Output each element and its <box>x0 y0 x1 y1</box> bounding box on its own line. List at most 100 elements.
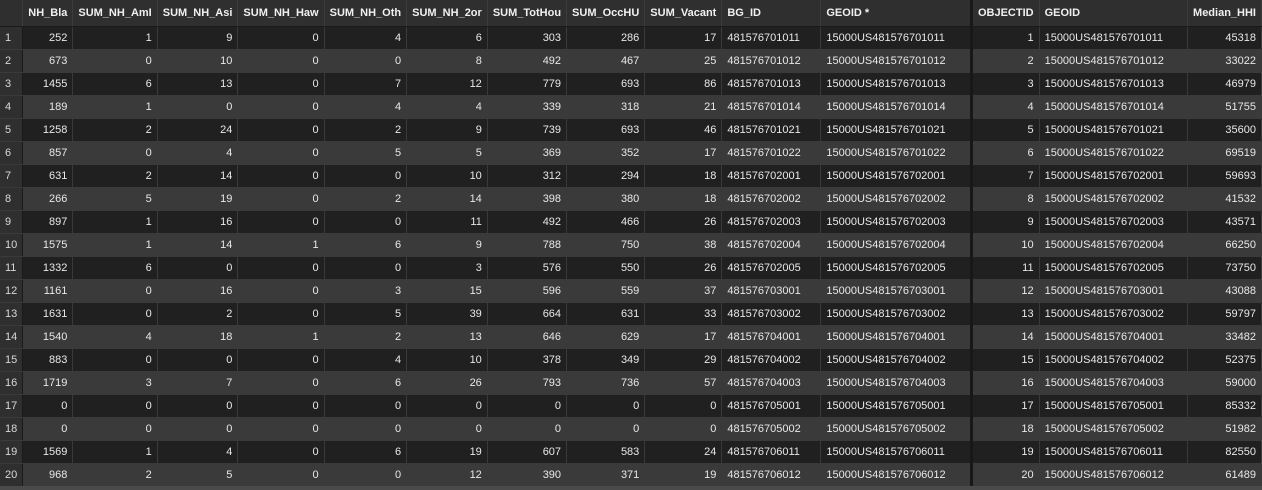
table-cell[interactable]: 12 <box>969 279 1040 303</box>
table-cell[interactable]: 857 <box>22 141 74 165</box>
table-cell[interactable]: 2 <box>324 118 408 142</box>
column-header-sum-vacant[interactable]: SUM_Vacant <box>644 0 723 27</box>
table-cell[interactable]: 17 <box>644 141 723 165</box>
table-cell[interactable]: 0 <box>237 210 325 234</box>
table-cell[interactable]: 0 <box>324 394 408 418</box>
table-cell[interactable]: 7 <box>324 72 408 96</box>
table-cell[interactable]: 1 <box>72 440 158 464</box>
table-cell[interactable]: 390 <box>487 463 568 487</box>
table-cell[interactable]: 15000US481576703001 <box>1039 279 1189 303</box>
table-cell[interactable]: 0 <box>487 417 568 441</box>
table-cell[interactable]: 492 <box>487 210 568 234</box>
table-cell[interactable]: 467 <box>566 49 646 73</box>
table-cell[interactable]: 69519 <box>1187 141 1262 165</box>
table-cell[interactable]: 15000US481576701021 <box>820 118 972 142</box>
table-cell[interactable]: 0 <box>72 417 158 441</box>
row-number[interactable]: 5 <box>0 118 24 142</box>
table-cell[interactable]: 51755 <box>1187 95 1262 119</box>
column-header-sum-nh-asi[interactable]: SUM_NH_Asi <box>157 0 239 27</box>
table-row[interactable]: 7 631 2 14 0 0 10 312 294 18 481576702001 15000US48… <box>0 164 1262 188</box>
table-cell[interactable]: 15000US481576704002 <box>820 348 972 372</box>
table-cell[interactable]: 15000US481576702001 <box>820 164 972 188</box>
table-row[interactable]: 16 1719 3 7 0 6 26 793 736 57 481576704003 15000US4… <box>0 371 1262 395</box>
column-header-geoid[interactable]: GEOID <box>1039 0 1189 27</box>
table-cell[interactable]: 15000US481576705001 <box>1039 394 1189 418</box>
table-cell[interactable]: 46 <box>644 118 723 142</box>
table-cell[interactable]: 6 <box>72 256 158 280</box>
table-cell[interactable]: 0 <box>237 72 325 96</box>
table-cell[interactable]: 0 <box>157 95 239 119</box>
table-cell[interactable]: 1161 <box>22 279 74 303</box>
table-cell[interactable]: 673 <box>22 49 74 73</box>
table-cell[interactable]: 481576701021 <box>721 118 822 142</box>
table-cell[interactable]: 4 <box>157 440 239 464</box>
table-cell[interactable]: 9 <box>406 118 488 142</box>
table-cell[interactable]: 380 <box>566 187 646 211</box>
table-cell[interactable]: 59000 <box>1187 371 1262 395</box>
table-cell[interactable]: 0 <box>566 394 646 418</box>
table-cell[interactable]: 15000US481576701022 <box>1039 141 1189 165</box>
table-cell[interactable]: 693 <box>566 72 646 96</box>
table-cell[interactable]: 4 <box>324 26 408 50</box>
table-cell[interactable]: 15000US481576706012 <box>1039 463 1189 487</box>
table-cell[interactable]: 739 <box>487 118 568 142</box>
table-cell[interactable]: 15000US481576704003 <box>1039 371 1189 395</box>
table-cell[interactable]: 481576704001 <box>721 325 822 349</box>
table-cell[interactable]: 0 <box>72 141 158 165</box>
table-cell[interactable]: 629 <box>566 325 646 349</box>
table-cell[interactable]: 15000US481576701013 <box>1039 72 1189 96</box>
table-cell[interactable]: 607 <box>487 440 568 464</box>
row-number[interactable]: 7 <box>0 164 24 188</box>
table-cell[interactable]: 0 <box>644 417 723 441</box>
table-cell[interactable]: 18 <box>644 164 723 188</box>
table-cell[interactable]: 15000US481576702003 <box>1039 210 1189 234</box>
table-row[interactable]: 1 252 1 9 0 4 6 303 286 17 481576701011 15000US4815… <box>0 26 1262 50</box>
table-cell[interactable]: 85332 <box>1187 394 1262 418</box>
table-cell[interactable]: 266 <box>22 187 74 211</box>
table-cell[interactable]: 35600 <box>1187 118 1262 142</box>
table-cell[interactable]: 15000US481576704001 <box>820 325 972 349</box>
row-number[interactable]: 19 <box>0 440 24 464</box>
table-cell[interactable]: 4 <box>406 95 488 119</box>
table-cell[interactable]: 15000US481576701011 <box>1039 26 1189 50</box>
table-cell[interactable]: 1719 <box>22 371 74 395</box>
table-cell[interactable]: 5 <box>324 302 408 326</box>
table-row[interactable]: 11 1332 6 0 0 0 3 576 550 26 481576702005 15000US48… <box>0 256 1262 280</box>
table-cell[interactable]: 189 <box>22 95 74 119</box>
table-cell[interactable]: 19 <box>157 187 239 211</box>
table-cell[interactable]: 2 <box>72 118 158 142</box>
table-cell[interactable]: 0 <box>72 49 158 73</box>
table-cell[interactable]: 38 <box>644 233 723 257</box>
row-number[interactable]: 9 <box>0 210 24 234</box>
table-cell[interactable]: 15000US481576701013 <box>820 72 972 96</box>
column-header-nh-bla[interactable]: NH_Bla <box>22 0 74 27</box>
table-cell[interactable]: 39 <box>406 302 488 326</box>
table-cell[interactable]: 1540 <box>22 325 74 349</box>
table-cell[interactable]: 631 <box>566 302 646 326</box>
table-cell[interactable]: 0 <box>157 394 239 418</box>
table-cell[interactable]: 481576701011 <box>721 26 822 50</box>
column-header-sum-tothou[interactable]: SUM_TotHou <box>487 0 568 27</box>
table-cell[interactable]: 15000US481576704001 <box>1039 325 1189 349</box>
table-cell[interactable]: 8 <box>969 187 1040 211</box>
table-cell[interactable]: 25 <box>644 49 723 73</box>
table-cell[interactable]: 12 <box>406 463 488 487</box>
table-cell[interactable]: 1631 <box>22 302 74 326</box>
table-cell[interactable]: 0 <box>237 279 325 303</box>
table-cell[interactable]: 66250 <box>1187 233 1262 257</box>
table-cell[interactable]: 252 <box>22 26 74 50</box>
table-cell[interactable]: 15000US481576705001 <box>820 394 972 418</box>
table-cell[interactable]: 481576706011 <box>721 440 822 464</box>
table-cell[interactable]: 20 <box>969 463 1040 487</box>
table-cell[interactable]: 481576703002 <box>721 302 822 326</box>
table-cell[interactable]: 41532 <box>1187 187 1262 211</box>
table-row[interactable]: 18 0 0 0 0 0 0 0 0 0 481576705002 15000US4815767050… <box>0 417 1262 441</box>
table-cell[interactable]: 0 <box>72 348 158 372</box>
table-cell[interactable]: 51982 <box>1187 417 1262 441</box>
table-cell[interactable]: 0 <box>237 302 325 326</box>
table-cell[interactable]: 15000US481576705002 <box>1039 417 1189 441</box>
table-cell[interactable]: 2 <box>72 463 158 487</box>
table-cell[interactable]: 33482 <box>1187 325 1262 349</box>
table-cell[interactable]: 0 <box>324 256 408 280</box>
table-cell[interactable]: 17 <box>969 394 1040 418</box>
